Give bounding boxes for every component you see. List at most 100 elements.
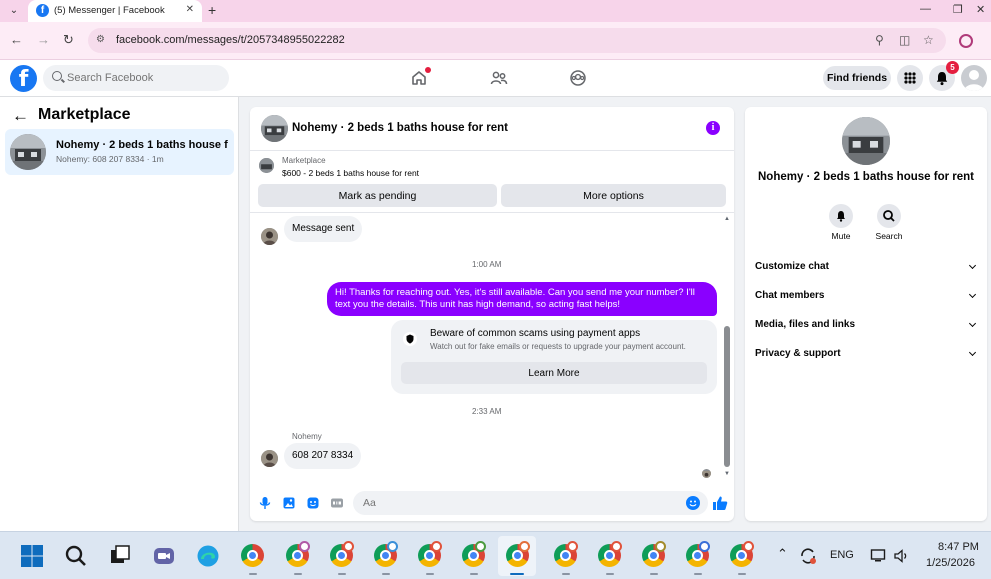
warning-subtitle: Watch out for fake emails or requests to… <box>430 342 686 351</box>
window-close-icon[interactable]: ✕ <box>976 3 985 16</box>
taskbar-search-icon[interactable] <box>64 544 88 568</box>
privacy-support-row[interactable]: Privacy & support <box>755 346 977 364</box>
running-indicator <box>338 573 346 575</box>
tab-list-dropdown[interactable]: ⌄ <box>6 3 22 19</box>
back-arrow-icon[interactable]: ← <box>12 107 29 125</box>
windows-start-icon[interactable] <box>20 544 44 568</box>
browser-tab-bar: ⌄ f (5) Messenger | Facebook ✕ + — ❐ ✕ <box>0 0 991 22</box>
row-label: Chat members <box>755 290 825 301</box>
chrome-taskbar-icon[interactable] <box>241 544 264 567</box>
omnibox[interactable]: ⚙ facebook.com/messages/t/20573489550222… <box>88 28 946 53</box>
profile-badge-icon <box>343 541 354 552</box>
facebook-search-box[interactable] <box>43 65 229 91</box>
listing-thumbnail[interactable] <box>259 158 274 173</box>
more-options-button[interactable]: More options <box>501 184 726 207</box>
running-indicator <box>606 573 614 575</box>
minimize-icon[interactable]: — <box>920 3 931 15</box>
edge-browser-icon[interactable] <box>196 544 220 568</box>
sender-avatar[interactable] <box>261 228 278 245</box>
profile-badge-icon <box>655 541 666 552</box>
info-avatar[interactable] <box>842 117 890 165</box>
sticker-icon[interactable] <box>306 496 320 510</box>
marketplace-label: Marketplace <box>282 156 326 165</box>
profile-badge-icon <box>475 541 486 552</box>
friends-icon[interactable] <box>490 69 508 87</box>
listing-avatar <box>10 134 46 170</box>
windows-taskbar: ⌃ ENG 8:47 PM 1/25/2026 <box>0 531 991 579</box>
active-running-indicator <box>510 573 524 575</box>
browser-tab-messenger[interactable]: f (5) Messenger | Facebook ✕ <box>28 0 202 22</box>
conversation-info-panel: Nohemy · 2 beds 1 baths house for rent M… <box>745 107 987 521</box>
back-nav-icon[interactable]: ← <box>10 33 23 47</box>
sender-avatar[interactable] <box>261 450 278 467</box>
chevron-down-icon <box>968 348 977 357</box>
restore-icon[interactable]: ❐ <box>953 3 963 16</box>
learn-more-button[interactable]: Learn More <box>401 362 707 384</box>
thumbs-up-icon[interactable] <box>712 495 728 511</box>
warning-title: Beware of common scams using payment app… <box>430 328 641 339</box>
find-friends-button[interactable]: Find friends <box>823 66 891 90</box>
listing-title[interactable]: $600 - 2 beds 1 baths house for rent <box>282 168 419 178</box>
site-settings-icon[interactable]: ⚙ <box>96 34 108 46</box>
facebook-logo-icon[interactable]: f <box>10 65 37 92</box>
profile-badge-icon <box>431 541 442 552</box>
account-avatar[interactable] <box>961 65 987 91</box>
conversation-item-nohemy[interactable]: Nohemy · 2 beds 1 baths house for... Noh… <box>5 129 234 175</box>
mic-icon[interactable] <box>258 496 272 510</box>
scam-warning-card: Beware of common scams using payment app… <box>391 320 717 394</box>
tab-close-icon[interactable]: ✕ <box>186 4 194 15</box>
running-indicator <box>426 573 434 575</box>
scroll-down-icon[interactable]: ▼ <box>724 471 730 477</box>
customize-chat-row[interactable]: Customize chat <box>755 259 977 277</box>
groups-icon[interactable] <box>569 69 587 87</box>
network-display-icon[interactable] <box>870 547 888 565</box>
sync-icon[interactable] <box>798 546 818 566</box>
chevron-down-icon <box>968 261 977 270</box>
chevron-down-icon <box>968 290 977 299</box>
profile-badge-icon <box>299 541 310 552</box>
conversation-preview: Nohemy: 608 207 8334 · 1m <box>56 154 164 164</box>
mute-button[interactable] <box>829 204 853 228</box>
facebook-search-input[interactable] <box>67 69 217 87</box>
home-notification-dot <box>425 67 431 73</box>
forward-nav-icon[interactable]: → <box>37 33 50 47</box>
tray-overflow-chevron-icon[interactable]: ⌃ <box>777 546 788 562</box>
emoji-icon[interactable] <box>686 496 700 510</box>
running-indicator <box>382 573 390 575</box>
reload-icon[interactable]: ↻ <box>63 33 74 47</box>
incoming-message-bubble: 608 207 8334 <box>284 443 362 469</box>
info-icon[interactable]: i <box>706 121 720 135</box>
volume-icon[interactable] <box>893 547 911 565</box>
search-icon <box>883 210 895 222</box>
task-view-icon[interactable] <box>108 544 132 568</box>
gif-icon[interactable] <box>330 496 344 510</box>
tab-title: (5) Messenger | Facebook <box>54 5 165 16</box>
running-indicator <box>650 573 658 575</box>
photo-icon[interactable] <box>282 496 296 510</box>
default-user-icon <box>964 70 984 91</box>
chat-title[interactable]: Nohemy · 2 beds 1 baths house for rent <box>292 122 508 134</box>
search-in-chat-button[interactable] <box>877 204 901 228</box>
new-tab-plus-icon[interactable]: + <box>208 2 216 18</box>
install-app-icon[interactable]: ◫ <box>899 33 910 47</box>
media-files-links-row[interactable]: Media, files and links <box>755 317 977 335</box>
zoom-icon[interactable]: ⚲ <box>875 33 884 47</box>
chat-members-row[interactable]: Chat members <box>755 288 977 306</box>
teams-meet-icon[interactable] <box>152 544 176 568</box>
bookmark-star-icon[interactable]: ☆ <box>923 33 934 47</box>
browser-profile-icon[interactable] <box>959 34 973 48</box>
message-input[interactable] <box>353 491 708 515</box>
menu-grid-button[interactable] <box>897 65 923 91</box>
chat-avatar[interactable] <box>261 115 288 142</box>
chat-scrollbar-thumb[interactable] <box>724 326 730 467</box>
mute-label: Mute <box>831 231 851 241</box>
mark-as-pending-button[interactable]: Mark as pending <box>258 184 497 207</box>
clock-time[interactable]: 8:47 PM <box>938 541 979 553</box>
browser-address-bar: ← → ↻ ⚙ facebook.com/messages/t/20573489… <box>0 22 991 60</box>
message-timestamp: 2:33 AM <box>472 407 502 416</box>
house-photo-icon <box>842 117 890 165</box>
language-indicator[interactable]: ENG <box>830 549 854 561</box>
user-photo-icon <box>702 471 711 478</box>
scroll-up-icon[interactable]: ▲ <box>724 216 730 222</box>
clock-date[interactable]: 1/25/2026 <box>926 557 975 569</box>
